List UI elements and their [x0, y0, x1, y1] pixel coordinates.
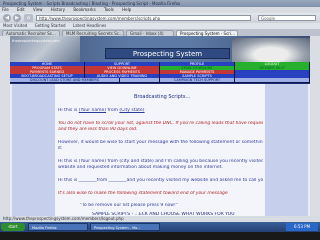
site-banner: theprospectingsystem.com Prospecting Sys…	[10, 36, 310, 62]
closing-note: It's also wise to make the following sta…	[58, 191, 228, 196]
bookmark-getting-started[interactable]: Getting Started	[35, 23, 66, 28]
script3-line1: Hi this is ________from ________and you …	[58, 178, 263, 183]
menu-bookmarks[interactable]: Bookmarks	[73, 7, 95, 12]
menu-help[interactable]: Help	[122, 7, 131, 12]
menu-file[interactable]: File	[2, 7, 9, 12]
content-area	[55, 84, 265, 222]
window-title: Prospecting System - Scripts Broadcastin…	[0, 0, 320, 7]
bookmark-latest-headlines[interactable]: Latest Headlines	[73, 23, 106, 28]
taskbar-item-firefox[interactable]: Mozilla Firefox	[28, 223, 88, 231]
home-icon[interactable]: ⌂	[24, 14, 33, 22]
script-from-text: from	[106, 108, 120, 113]
taskbar-item-prospecting[interactable]: Prospecting System - Mo...	[90, 223, 160, 231]
site-logo[interactable]: theprospectingsystem.com	[12, 38, 78, 44]
banner-title: Prospecting System	[105, 48, 230, 59]
forward-icon[interactable]: ▶	[13, 14, 21, 22]
site-nav-grid: HOME SUPPORT PROFILE LOGOUT PROGRAM STAT…	[10, 62, 310, 84]
advice-line2: it:	[58, 146, 63, 151]
dnc-note-line2: and they are less than 90 days old.	[58, 127, 138, 132]
menu-history[interactable]: History	[51, 7, 65, 12]
navigation-toolbar: ◀ ▶ ⌂ http://www.theprospectingsystem.co…	[0, 13, 320, 23]
bookmark-most-visited[interactable]: Most Visited	[3, 23, 27, 28]
nav-empty-r5a	[120, 78, 160, 83]
menu-tools[interactable]: Tools	[104, 7, 114, 12]
address-bar[interactable]: http://www.theprospectingsystem.com/memb…	[36, 15, 251, 21]
menu-view[interactable]: View	[33, 7, 43, 12]
nav-campaign-tech-support[interactable]: CAMPAIGN TECH SUPPORT	[160, 78, 235, 83]
back-icon[interactable]: ◀	[3, 14, 11, 22]
script-intro-text: Hi this is	[58, 108, 79, 113]
taskbar-clock: 6:53 PM	[286, 223, 318, 231]
menu-edit[interactable]: Edit	[17, 7, 25, 12]
tab-bar: Automatic Recruiter Sc... MLM Recruiting…	[0, 29, 320, 36]
start-button[interactable]: start	[1, 223, 25, 231]
windows-taskbar: start Mozilla Firefox Prospecting System…	[0, 222, 320, 232]
screen: Prospecting System - Scripts Broadcastin…	[0, 0, 320, 222]
your-name-placeholder: (Your name)	[78, 108, 107, 113]
city-state-placeholder: (City state)	[119, 108, 145, 113]
search-input[interactable]: Google	[258, 15, 316, 21]
nav-discount-lead-store[interactable]: DISCOUNT LEAD STORE AND MEMBERS	[10, 78, 120, 83]
script-line-1: Hi this is (Your name) from (City state)	[58, 108, 263, 114]
scripts-heading: Broadcasting Scripts...	[134, 94, 191, 100]
banner-car-image	[232, 38, 310, 62]
remove-list-line: "To be remove our list please press 9 no…	[80, 203, 178, 208]
nav-empty-r5b	[235, 78, 310, 83]
script2-line2: website and requested information about …	[58, 165, 223, 170]
